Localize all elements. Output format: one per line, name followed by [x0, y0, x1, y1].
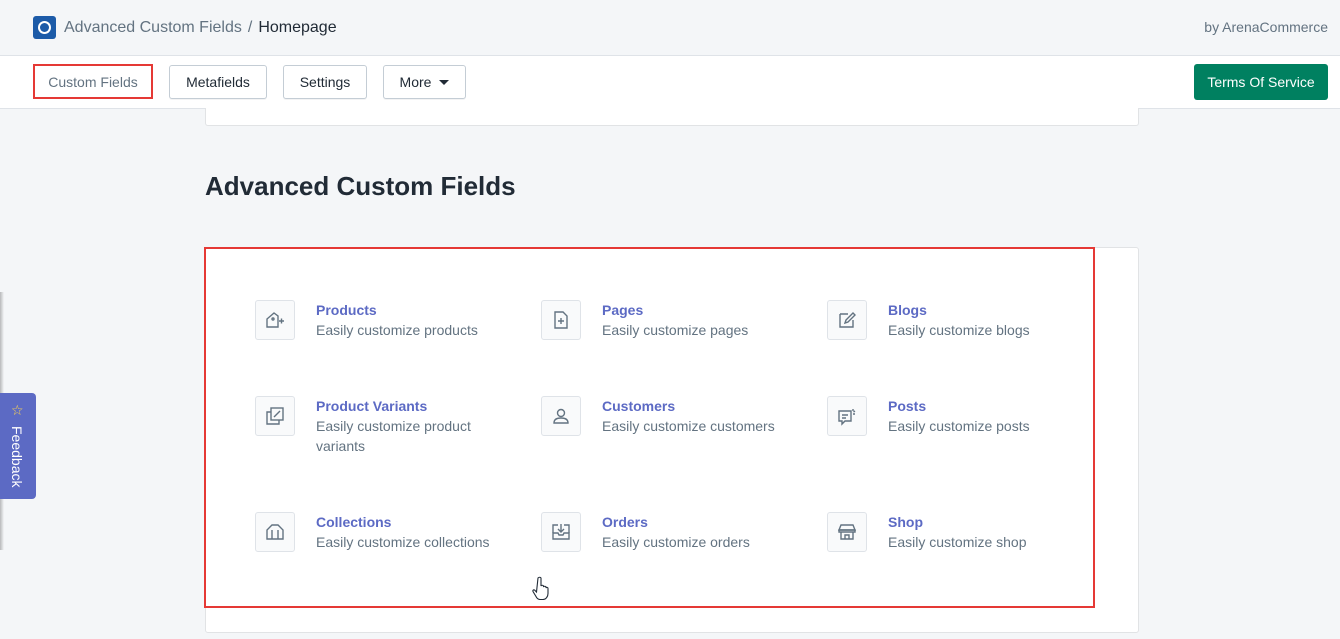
more-label: More — [399, 74, 432, 90]
breadcrumb: Advanced Custom Fields / Homepage — [64, 17, 337, 39]
tab-metafields[interactable]: Metafields — [169, 65, 267, 99]
app-logo-icon — [33, 16, 56, 39]
caret-down-icon — [439, 79, 450, 85]
feedback-tab[interactable]: ☆ Feedback — [0, 393, 36, 499]
tab-settings[interactable]: Settings — [283, 65, 367, 99]
more-dropdown[interactable]: More — [383, 65, 466, 99]
toolbar: Custom Fields Metafields Settings More — [0, 56, 1340, 109]
star-icon: ☆ — [11, 402, 24, 418]
breadcrumb-separator: / — [247, 19, 253, 36]
feedback-label: Feedback — [9, 426, 25, 488]
breadcrumb-page: Homepage — [258, 19, 337, 36]
highlight-box-fields — [204, 247, 1095, 608]
breadcrumb-app[interactable]: Advanced Custom Fields — [64, 19, 242, 36]
hand-cursor-icon — [532, 576, 549, 600]
page-title: Advanced Custom Fields — [205, 171, 516, 201]
highlight-box-tab — [33, 64, 153, 99]
terms-of-service-button[interactable]: Terms Of Service — [1194, 64, 1328, 100]
byline: by ArenaCommerce — [1204, 19, 1328, 35]
previous-card-bottom — [205, 108, 1139, 126]
top-bar: Advanced Custom Fields / Homepage by Arena… — [0, 0, 1340, 56]
